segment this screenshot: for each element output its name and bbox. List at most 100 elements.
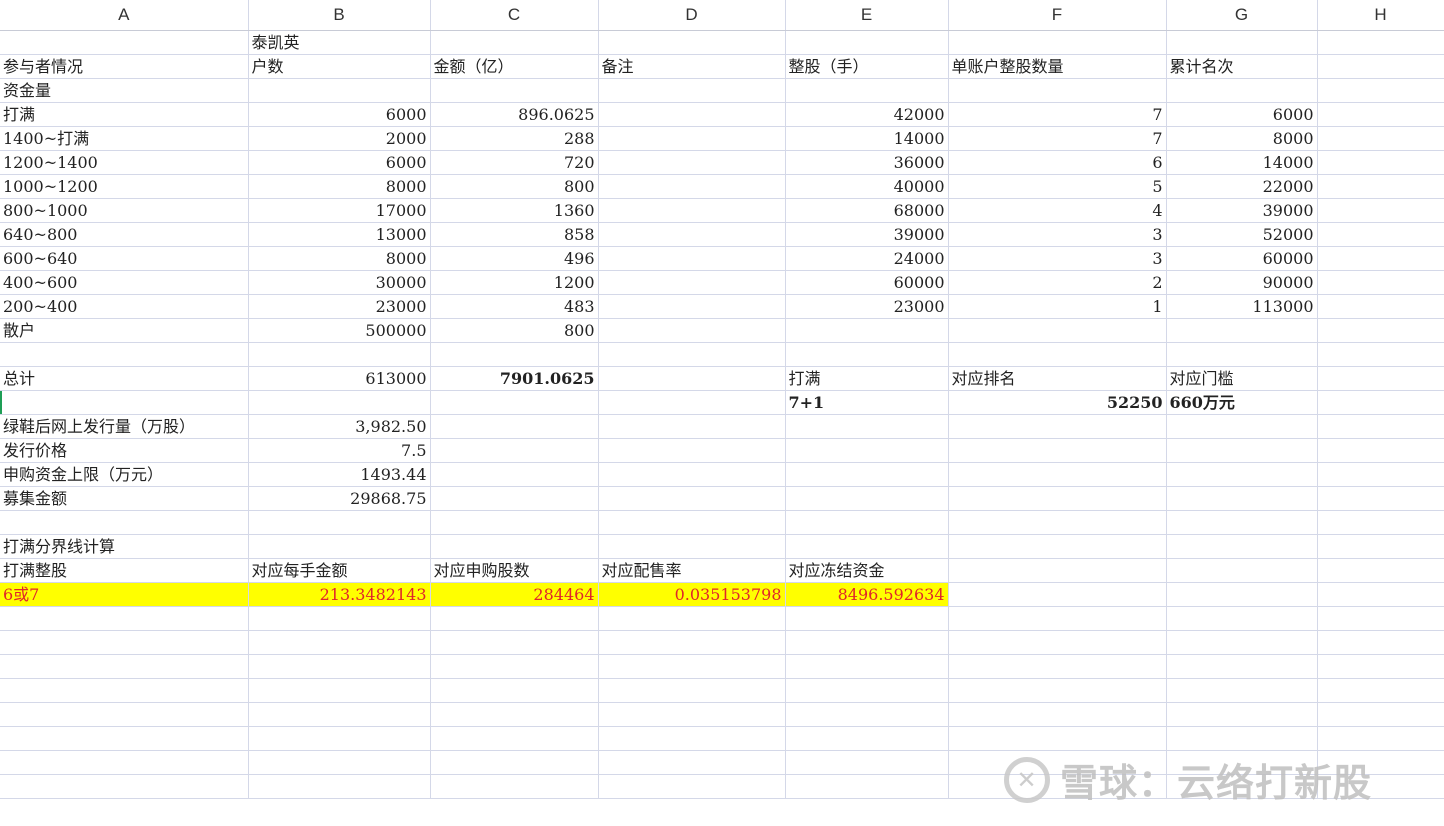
cell-f27[interactable] [948, 630, 1167, 655]
cell-f23[interactable] [948, 534, 1167, 559]
cell-c6[interactable]: 288 [430, 126, 599, 151]
cell-g2[interactable] [1166, 30, 1318, 55]
cell-e24[interactable]: 对应冻结资金 [785, 558, 949, 583]
cell-e33[interactable] [785, 774, 949, 799]
cell-f10[interactable]: 3 [948, 222, 1167, 247]
cell-c19[interactable] [430, 438, 599, 463]
cell-a27[interactable] [0, 630, 249, 655]
cell-g9[interactable]: 39000 [1166, 198, 1318, 223]
cell-d13[interactable] [598, 294, 786, 319]
cell-h13[interactable] [1317, 294, 1444, 319]
cell-b17[interactable] [248, 390, 431, 415]
cell-b15[interactable] [248, 342, 431, 367]
cell-a24[interactable]: 打满整股 [0, 558, 249, 583]
cell-g30[interactable] [1166, 702, 1318, 727]
cell-f12[interactable]: 2 [948, 270, 1167, 295]
cell-g25[interactable] [1166, 582, 1318, 607]
cell-c17[interactable] [430, 390, 599, 415]
cell-a22[interactable] [0, 510, 249, 535]
cell-c4[interactable] [430, 78, 599, 103]
column-header-a[interactable]: A [0, 0, 249, 31]
cell-d33[interactable] [598, 774, 786, 799]
cell-d4[interactable] [598, 78, 786, 103]
cell-a13[interactable]: 200~400 [0, 294, 249, 319]
cell-b25[interactable]: 213.3482143 [248, 582, 431, 607]
cell-a6[interactable]: 1400~打满 [0, 126, 249, 151]
cell-h19[interactable] [1317, 438, 1444, 463]
cell-a21[interactable]: 募集金额 [0, 486, 249, 511]
cell-h23[interactable] [1317, 534, 1444, 559]
cell-g26[interactable] [1166, 606, 1318, 631]
cell-d15[interactable] [598, 342, 786, 367]
cell-a3[interactable]: 参与者情况 [0, 54, 249, 79]
cell-c26[interactable] [430, 606, 599, 631]
cell-b11[interactable]: 8000 [248, 246, 431, 271]
cell-d16[interactable] [598, 366, 786, 391]
cell-f29[interactable] [948, 678, 1167, 703]
cell-b22[interactable] [248, 510, 431, 535]
cell-e30[interactable] [785, 702, 949, 727]
cell-c29[interactable] [430, 678, 599, 703]
cell-d23[interactable] [598, 534, 786, 559]
cell-g31[interactable] [1166, 726, 1318, 751]
cell-f15[interactable] [948, 342, 1167, 367]
cell-g13[interactable]: 113000 [1166, 294, 1318, 319]
cell-a2[interactable] [0, 30, 249, 55]
cell-e28[interactable] [785, 654, 949, 679]
cell-g28[interactable] [1166, 654, 1318, 679]
cell-d5[interactable] [598, 102, 786, 127]
cell-c28[interactable] [430, 654, 599, 679]
cell-g11[interactable]: 60000 [1166, 246, 1318, 271]
cell-h32[interactable] [1317, 750, 1444, 775]
cell-c31[interactable] [430, 726, 599, 751]
cell-f18[interactable] [948, 414, 1167, 439]
cell-b16[interactable]: 613000 [248, 366, 431, 391]
cell-f24[interactable] [948, 558, 1167, 583]
cell-h9[interactable] [1317, 198, 1444, 223]
cell-b29[interactable] [248, 678, 431, 703]
cell-h33[interactable] [1317, 774, 1444, 799]
cell-h25[interactable] [1317, 582, 1444, 607]
cell-h8[interactable] [1317, 174, 1444, 199]
cell-d28[interactable] [598, 654, 786, 679]
cell-b23[interactable] [248, 534, 431, 559]
cell-e21[interactable] [785, 486, 949, 511]
cell-a18[interactable]: 绿鞋后网上发行量（万股） [0, 414, 249, 439]
cell-h10[interactable] [1317, 222, 1444, 247]
cell-a9[interactable]: 800~1000 [0, 198, 249, 223]
cell-f31[interactable] [948, 726, 1167, 751]
cell-d20[interactable] [598, 462, 786, 487]
cell-c7[interactable]: 720 [430, 150, 599, 175]
cell-f22[interactable] [948, 510, 1167, 535]
cell-e20[interactable] [785, 462, 949, 487]
cell-g4[interactable] [1166, 78, 1318, 103]
cell-d25[interactable]: 0.035153798 [598, 582, 786, 607]
cell-h3[interactable] [1317, 54, 1444, 79]
cell-c20[interactable] [430, 462, 599, 487]
cell-g16[interactable]: 对应门槛 [1166, 366, 1318, 391]
cell-g29[interactable] [1166, 678, 1318, 703]
cell-f25[interactable] [948, 582, 1167, 607]
cell-b13[interactable]: 23000 [248, 294, 431, 319]
cell-c14[interactable]: 800 [430, 318, 599, 343]
cell-a28[interactable] [0, 654, 249, 679]
cell-e3[interactable]: 整股（手） [785, 54, 949, 79]
cell-b27[interactable] [248, 630, 431, 655]
cell-d18[interactable] [598, 414, 786, 439]
cell-b30[interactable] [248, 702, 431, 727]
cell-d10[interactable] [598, 222, 786, 247]
cell-h5[interactable] [1317, 102, 1444, 127]
cell-d19[interactable] [598, 438, 786, 463]
cell-a20[interactable]: 申购资金上限（万元） [0, 462, 249, 487]
cell-c25[interactable]: 284464 [430, 582, 599, 607]
cell-a8[interactable]: 1000~1200 [0, 174, 249, 199]
cell-e2[interactable] [785, 30, 949, 55]
cell-a15[interactable] [0, 342, 249, 367]
cell-d11[interactable] [598, 246, 786, 271]
cell-c18[interactable] [430, 414, 599, 439]
cell-f8[interactable]: 5 [948, 174, 1167, 199]
cell-c3[interactable]: 金额（亿） [430, 54, 599, 79]
cell-a33[interactable] [0, 774, 249, 799]
cell-g7[interactable]: 14000 [1166, 150, 1318, 175]
cell-e10[interactable]: 39000 [785, 222, 949, 247]
